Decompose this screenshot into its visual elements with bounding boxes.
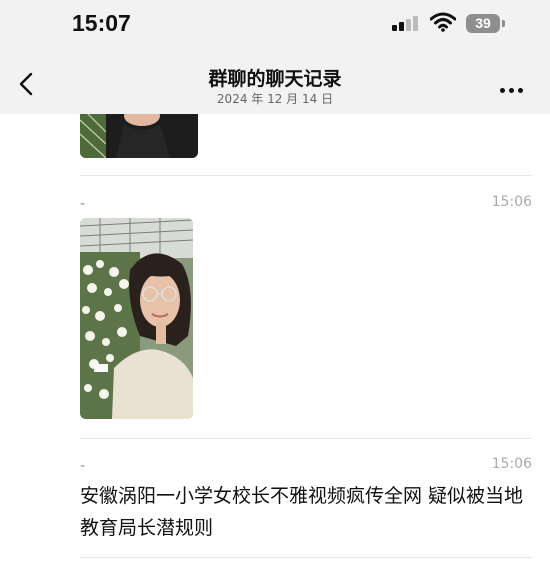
message-time: 15:06 xyxy=(491,194,532,210)
battery-indicator: 39 xyxy=(466,14,500,33)
message-text[interactable]: 安徽涡阳一小学女校长不雅视频疯传全网 疑似被当地教育局长潜规则 xyxy=(80,480,535,544)
wifi-icon xyxy=(430,12,456,32)
more-dots-icon[interactable] xyxy=(500,78,534,93)
cellular-signal-icon xyxy=(392,16,418,31)
photo-icon xyxy=(80,114,198,158)
image-message[interactable] xyxy=(80,218,193,419)
page-title: 群聊的聊天记录 xyxy=(208,68,342,90)
status-bar: 15:07 39 xyxy=(0,0,550,50)
battery-tip xyxy=(502,20,505,27)
message-time: 15:06 xyxy=(491,456,532,472)
photo-icon xyxy=(80,218,193,419)
message-sender: - xyxy=(80,458,86,474)
nav-bar: 群聊的聊天记录 2024 年 12 月 14 日 xyxy=(0,50,550,114)
message-sender: - xyxy=(80,196,86,212)
previous-image-message[interactable] xyxy=(80,114,198,158)
message-divider xyxy=(80,438,532,439)
status-time: 15:07 xyxy=(72,10,131,36)
message-divider xyxy=(80,175,532,176)
chat-date: 2024 年 12 月 14 日 xyxy=(216,92,334,106)
message-divider xyxy=(80,557,532,558)
